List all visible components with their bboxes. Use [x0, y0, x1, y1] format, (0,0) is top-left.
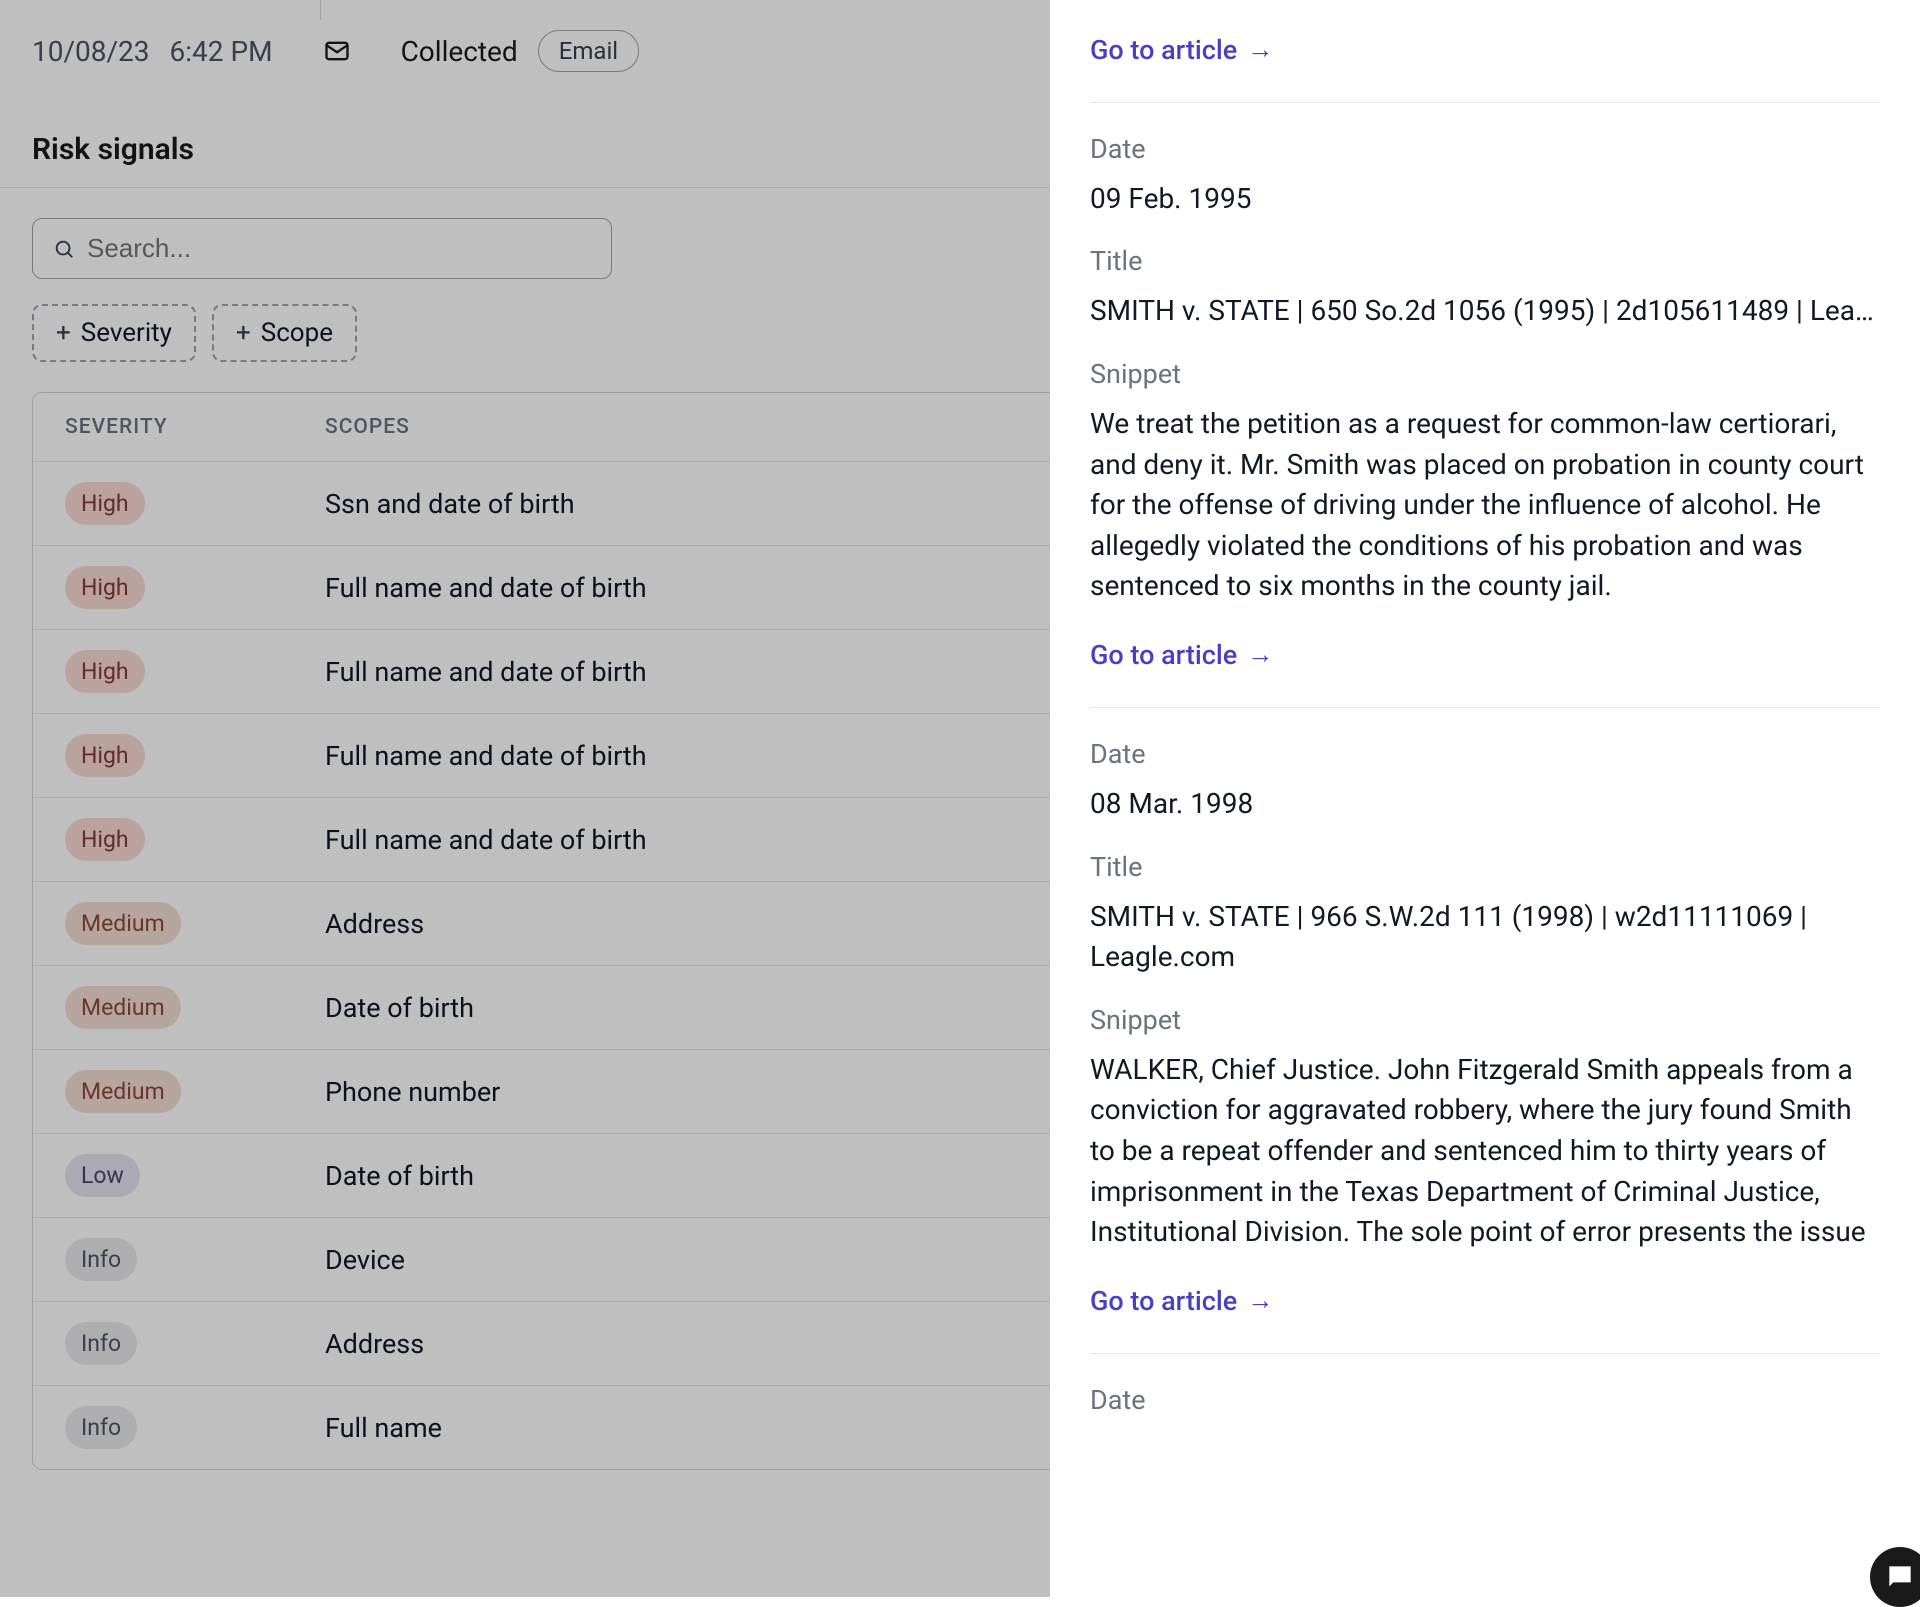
arrow-right-icon: → [1247, 34, 1273, 65]
chat-fab[interactable] [1870, 1547, 1920, 1607]
article-block: Date 08 Mar. 1998 Title SMITH v. STATE |… [1090, 708, 1880, 1354]
field-label-title: Title [1090, 851, 1880, 883]
article-snippet: WALKER, Chief Justice. John Fitzgerald S… [1090, 1050, 1880, 1253]
field-label-date: Date [1090, 1384, 1880, 1416]
article-snippet: guilty to charges of financial identity … [1090, 0, 1880, 2]
field-label-title: Title [1090, 245, 1880, 277]
article-block: Date 09 Feb. 1995 Title SMITH v. STATE |… [1090, 103, 1880, 708]
go-to-article-link[interactable]: Go to article → [1090, 34, 1273, 66]
article-date: 09 Feb. 1995 [1090, 179, 1880, 220]
go-to-article-link[interactable]: Go to article → [1090, 639, 1273, 671]
field-label-date: Date [1090, 133, 1880, 165]
arrow-right-icon: → [1247, 1285, 1273, 1316]
article-title: SMITH v. STATE | 966 S.W.2d 111 (1998) |… [1090, 897, 1880, 978]
arrow-right-icon: → [1247, 639, 1273, 670]
article-side-panel: guilty to charges of financial identity … [1050, 0, 1920, 1597]
article-date: 08 Mar. 1998 [1090, 784, 1880, 825]
article-title: SMITH v. STATE | 650 So.2d 1056 (1995) |… [1090, 291, 1880, 332]
article-snippet: We treat the petition as a request for c… [1090, 404, 1880, 607]
field-label-date: Date [1090, 738, 1880, 770]
chat-icon [1884, 1561, 1916, 1593]
article-block: guilty to charges of financial identity … [1090, 0, 1880, 103]
field-label-snippet: Snippet [1090, 358, 1880, 390]
article-block: Date [1090, 1354, 1880, 1460]
field-label-snippet: Snippet [1090, 1004, 1880, 1036]
go-to-article-link[interactable]: Go to article → [1090, 1285, 1273, 1317]
